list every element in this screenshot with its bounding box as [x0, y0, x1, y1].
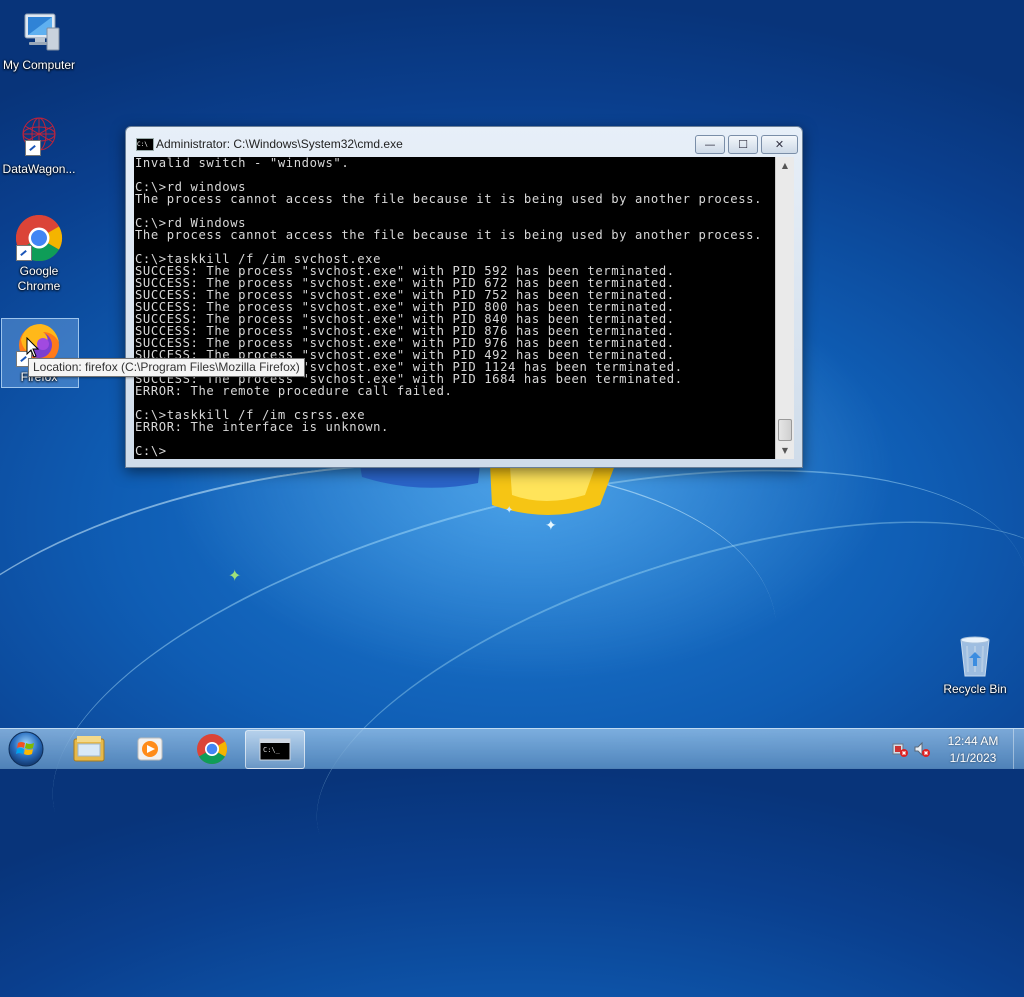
clock-date: 1/1/2023 [949, 751, 997, 765]
clock-time: 12:44 AM [947, 734, 999, 748]
taskbar-chrome-button[interactable] [183, 730, 241, 767]
cmd-window-title: Administrator: C:\Windows\System32\cmd.e… [156, 137, 403, 151]
scroll-up-icon[interactable]: ▲ [776, 157, 794, 174]
chrome-icon [197, 734, 228, 765]
firefox-location-tooltip: Location: firefox (C:\Program Files\Mozi… [28, 358, 305, 377]
console-line: C:\> [135, 444, 167, 458]
mouse-cursor-icon [26, 337, 40, 358]
taskbar: C:\_ 12:44 AM 1/1/2023 [0, 728, 1024, 769]
cmd-icon: C:\_ [259, 738, 291, 761]
desktop-icon-google-chrome[interactable]: Google Chrome [0, 214, 78, 294]
windows-logo [360, 465, 620, 535]
desktop-icon-label: Recycle Bin [943, 682, 1007, 696]
volume-muted-icon[interactable] [914, 741, 930, 757]
action-center-flag-icon[interactable] [892, 741, 908, 757]
console-output: Invalid switch - "windows". C:\>rd windo… [134, 157, 775, 457]
minimize-button[interactable]: — [695, 135, 725, 154]
cmd-window-icon: C:\ [136, 138, 154, 151]
close-button[interactable]: ✕ [761, 135, 798, 154]
console-line: The process cannot access the file becau… [135, 228, 763, 242]
desktop-icon-label: Chrome [17, 279, 61, 293]
taskbar-clock[interactable]: 12:44 AM 1/1/2023 [930, 733, 1016, 767]
desktop-icon-recycle-bin[interactable]: Recycle Bin [936, 632, 1014, 697]
console-line: ERROR: The interface is unknown. [135, 420, 389, 434]
maximize-button[interactable]: ☐ [728, 135, 758, 154]
start-orb-icon[interactable] [6, 730, 46, 768]
desktop-icon-my-computer[interactable]: My Computer [0, 8, 78, 73]
explorer-icon [73, 736, 105, 762]
taskbar-cmd-button[interactable]: C:\_ [245, 730, 305, 769]
sparkle: ✦ [228, 566, 242, 585]
datawagon-icon [15, 112, 63, 160]
desktop-icon-label: Google [19, 264, 59, 278]
desktop-icon-label: My Computer [2, 58, 76, 72]
desktop-icon-label: DataWagon... [2, 162, 76, 176]
sparkle: ✦ [505, 505, 514, 516]
scrollbar-thumb[interactable] [778, 419, 792, 441]
recycle-bin-icon [951, 632, 999, 680]
media-player-icon [137, 737, 163, 761]
console-line: The process cannot access the file becau… [135, 192, 763, 206]
desktop-icon-datawagon[interactable]: DataWagon... [0, 112, 78, 177]
computer-icon [15, 8, 63, 56]
shortcut-arrow-icon [16, 245, 32, 261]
shortcut-arrow-icon [25, 140, 41, 156]
taskbar-explorer-button[interactable] [60, 730, 118, 767]
minimize-icon: — [704, 138, 716, 151]
maximize-icon: ☐ [738, 138, 748, 151]
chrome-icon [15, 214, 63, 262]
svg-text:C:\_: C:\_ [263, 746, 281, 754]
scroll-down-icon[interactable]: ▼ [776, 442, 794, 459]
show-desktop-button[interactable] [1013, 729, 1024, 769]
cmd-titlebar[interactable]: C:\ Administrator: C:\Windows\System32\c… [126, 127, 802, 157]
console-line: ERROR: The remote procedure call failed. [135, 384, 453, 398]
console-scrollbar[interactable]: ▲ ▼ [775, 157, 794, 459]
cmd-window[interactable]: C:\ Administrator: C:\Windows\System32\c… [125, 126, 803, 468]
close-icon: ✕ [774, 138, 785, 151]
console-line: Invalid switch - "windows". [135, 157, 350, 170]
sparkle: ✦ [545, 518, 557, 534]
cmd-console[interactable]: Invalid switch - "windows". C:\>rd windo… [134, 157, 775, 459]
taskbar-media-player-button[interactable] [121, 730, 179, 767]
